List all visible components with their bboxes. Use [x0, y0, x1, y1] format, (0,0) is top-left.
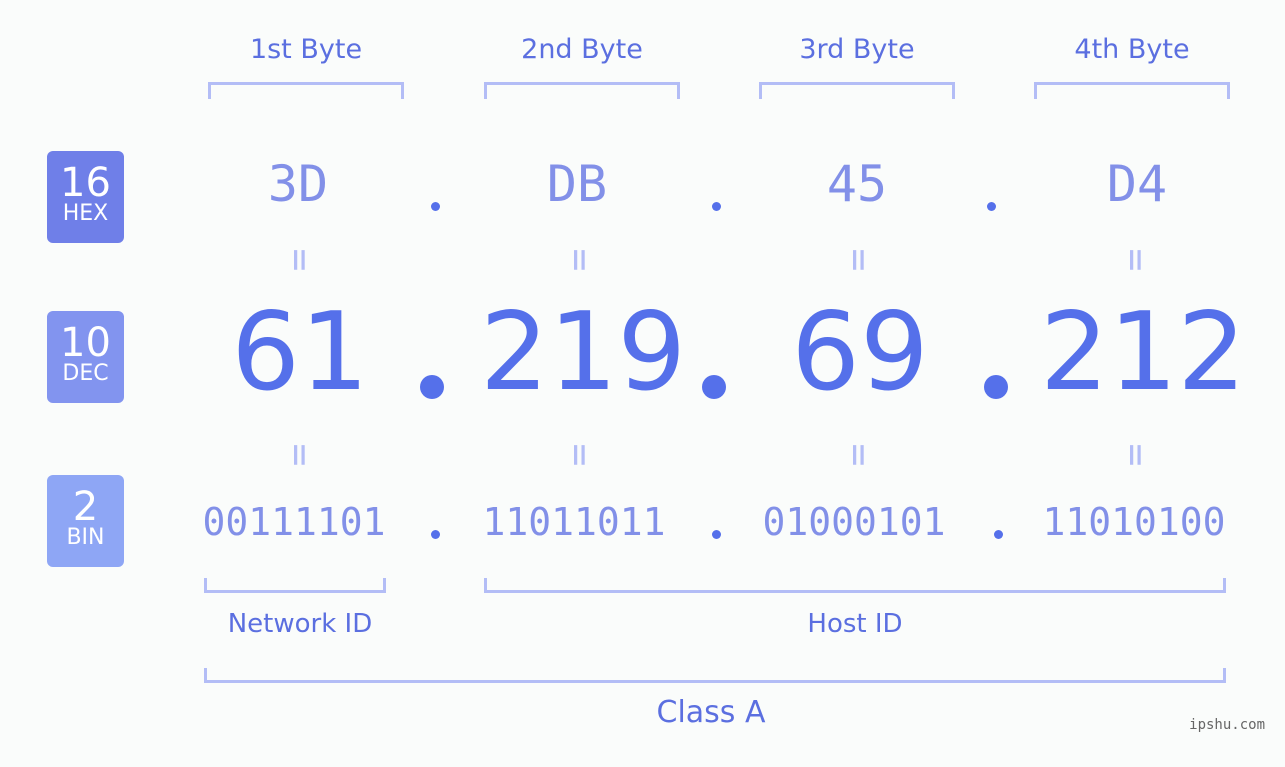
- dec-badge: 10 DEC: [47, 311, 124, 403]
- byte-bracket-2: [484, 82, 680, 99]
- class-label: Class A: [656, 695, 766, 730]
- bin-separator-dot: [994, 530, 1003, 539]
- byte-header-3: 3rd Byte: [799, 34, 915, 65]
- equals-sign: =: [557, 443, 602, 467]
- dec-separator-dot: [420, 375, 444, 399]
- bin-byte-1: 00111101: [202, 500, 386, 544]
- hex-byte-2: DB: [546, 155, 608, 213]
- network-id-label: Network ID: [227, 609, 373, 639]
- dec-byte-3: 69: [791, 290, 929, 415]
- hex-badge-label: HEX: [62, 201, 109, 226]
- watermark: ipshu.com: [1189, 717, 1265, 733]
- dec-separator-dot: [702, 375, 726, 399]
- host-id-label: Host ID: [807, 609, 903, 639]
- hex-separator-dot: [987, 202, 996, 211]
- byte-header-4: 4th Byte: [1074, 34, 1190, 65]
- hex-byte-4: D4: [1106, 155, 1168, 213]
- bin-badge: 2 BIN: [47, 475, 124, 567]
- equals-sign: =: [557, 248, 602, 272]
- equals-sign: =: [277, 443, 322, 467]
- bin-byte-2: 11011011: [482, 500, 666, 544]
- byte-bracket-4: [1034, 82, 1230, 99]
- dec-byte-2: 219: [480, 290, 687, 415]
- byte-bracket-3: [759, 82, 955, 99]
- dec-badge-number: 10: [60, 320, 111, 366]
- hex-badge-number: 16: [60, 160, 111, 206]
- dec-badge-label: DEC: [62, 361, 109, 386]
- network-id-bracket: [204, 578, 386, 593]
- class-bracket: [204, 668, 1226, 683]
- byte-bracket-1: [208, 82, 404, 99]
- equals-sign: =: [1113, 443, 1158, 467]
- dec-byte-1: 61: [231, 290, 369, 415]
- bin-separator-dot: [712, 530, 721, 539]
- byte-header-2: 2nd Byte: [521, 34, 643, 65]
- bin-byte-3: 01000101: [762, 500, 946, 544]
- hex-separator-dot: [431, 202, 440, 211]
- bin-badge-label: BIN: [66, 525, 105, 550]
- hex-byte-3: 45: [826, 155, 888, 213]
- hex-separator-dot: [712, 202, 721, 211]
- hex-byte-1: 3D: [267, 155, 329, 213]
- equals-sign: =: [277, 248, 322, 272]
- equals-sign: =: [836, 443, 881, 467]
- hex-badge: 16 HEX: [47, 151, 124, 243]
- bin-separator-dot: [431, 530, 440, 539]
- dec-byte-4: 212: [1040, 290, 1247, 415]
- bin-badge-number: 2: [72, 484, 99, 530]
- equals-sign: =: [1113, 248, 1158, 272]
- bin-byte-4: 11010100: [1042, 500, 1226, 544]
- byte-header-1: 1st Byte: [249, 34, 363, 65]
- equals-sign: =: [836, 248, 881, 272]
- dec-separator-dot: [984, 375, 1008, 399]
- host-id-bracket: [484, 578, 1226, 593]
